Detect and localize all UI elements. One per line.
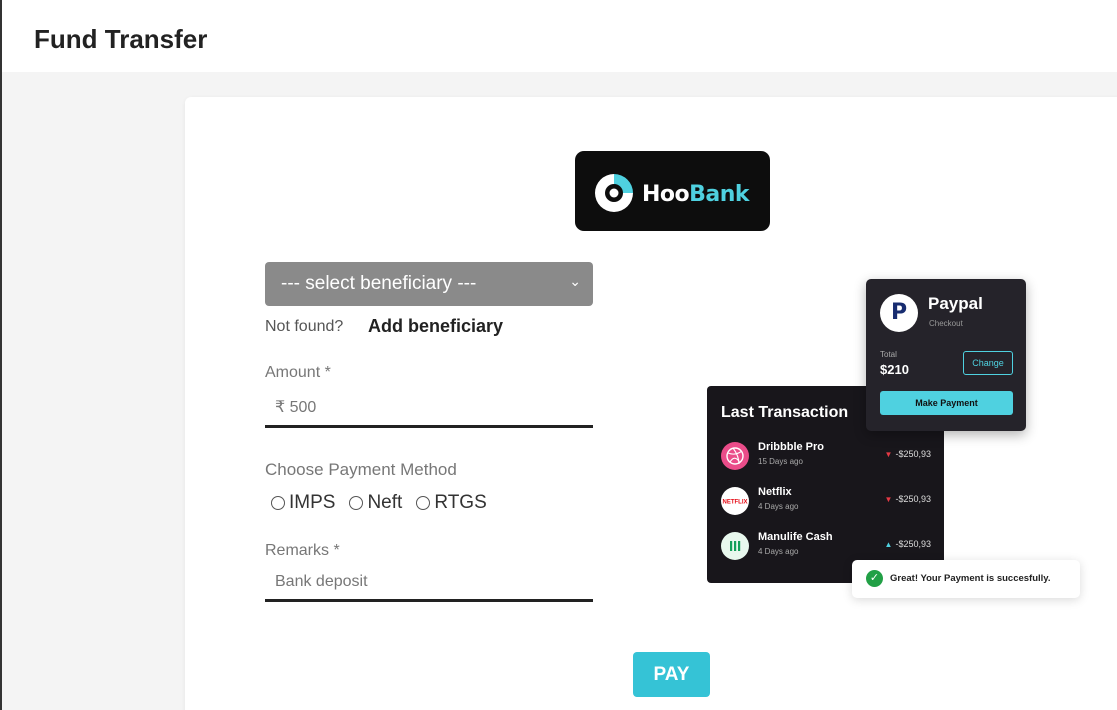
transaction-row: Manulife Cash 4 Days ago ▲ -$250,93 [721, 529, 931, 563]
radio-neft[interactable]: Neft [349, 492, 402, 514]
transaction-name: Dribbble Pro [758, 441, 825, 453]
transaction-amount-value: -$250,93 [895, 494, 931, 504]
payment-method-label: Choose Payment Method [265, 460, 457, 479]
fund-transfer-card: HooBank --- select beneficiary --- ⌄ Not… [185, 97, 1117, 710]
paypal-total-label: Total [880, 350, 897, 359]
transaction-row: Dribbble Pro 15 Days ago ▼ -$250,93 [721, 439, 931, 473]
radio-rtgs[interactable]: RTGS [416, 492, 487, 514]
beneficiary-select-value: --- select beneficiary --- [281, 273, 477, 294]
amount-input[interactable] [265, 390, 593, 428]
amount-label: Amount * [265, 364, 331, 381]
logo-text: HooBank [642, 182, 750, 207]
hoobank-logo-icon [595, 174, 633, 212]
hoobank-logo: HooBank [575, 151, 770, 231]
paypal-checkout-card: P Paypal Checkout Total $210 Change Make… [866, 279, 1026, 431]
logo-text-prefix: Hoo [642, 182, 690, 207]
paypal-change-button: Change [963, 351, 1013, 375]
radio-circle-icon [349, 496, 364, 510]
page-header: Fund Transfer [2, 0, 1117, 72]
arrow-down-icon: ▼ [884, 495, 893, 504]
dribbble-icon [721, 442, 749, 470]
transaction-time: 15 Days ago [758, 457, 803, 466]
toast-message: Great! Your Payment is succesfully. [890, 573, 1051, 584]
check-circle-icon: ✓ [866, 570, 883, 587]
radio-circle-icon [271, 496, 285, 510]
paypal-make-payment-button: Make Payment [880, 391, 1013, 415]
radio-imps[interactable]: IMPS [271, 492, 335, 514]
remarks-label: Remarks * [265, 542, 340, 559]
last-transaction-title: Last Transaction [721, 404, 849, 421]
transaction-time: 4 Days ago [758, 547, 799, 556]
not-found-text: Not found? [265, 318, 344, 335]
netflix-icon: NETFLIX [721, 487, 749, 515]
arrow-down-icon: ▼ [884, 450, 893, 459]
transaction-row: NETFLIX Netflix 4 Days ago ▼ -$250,93 [721, 484, 931, 518]
transaction-amount: ▼ -$250,93 [885, 449, 931, 459]
transaction-amount: ▼ -$250,93 [885, 494, 931, 504]
svg-text:NETFLIX: NETFLIX [723, 500, 748, 506]
radio-circle-icon [416, 496, 431, 510]
arrow-up-icon: ▲ [884, 540, 893, 549]
paypal-total-value: $210 [880, 362, 909, 377]
transaction-name: Manulife Cash [758, 531, 833, 543]
paypal-title: Paypal [928, 294, 983, 313]
radio-rtgs-label: RTGS [434, 492, 487, 513]
beneficiary-select[interactable]: --- select beneficiary --- ⌄ [265, 262, 593, 306]
payment-method-group: IMPS Neft RTGS [271, 492, 487, 514]
page-title: Fund Transfer [34, 24, 208, 54]
remarks-input[interactable] [265, 564, 593, 602]
success-toast: ✓ Great! Your Payment is succesfully. [852, 560, 1080, 598]
transaction-amount-value: -$250,93 [895, 449, 931, 459]
radio-neft-label: Neft [367, 492, 403, 513]
radio-imps-label: IMPS [289, 492, 336, 513]
add-beneficiary-link[interactable]: Add beneficiary [368, 316, 503, 337]
transaction-amount: ▲ -$250,93 [885, 539, 931, 549]
transaction-time: 4 Days ago [758, 502, 799, 511]
transaction-amount-value: -$250,93 [895, 539, 931, 549]
logo-text-accent: Bank [689, 182, 750, 207]
pay-button[interactable]: PAY [633, 652, 710, 697]
window-left-border [0, 0, 2, 710]
manulife-icon [721, 532, 749, 560]
transaction-name: Netflix [758, 486, 792, 498]
paypal-icon: P [880, 294, 918, 332]
chevron-down-icon: ⌄ [569, 273, 581, 289]
paypal-subtitle: Checkout [929, 319, 963, 328]
